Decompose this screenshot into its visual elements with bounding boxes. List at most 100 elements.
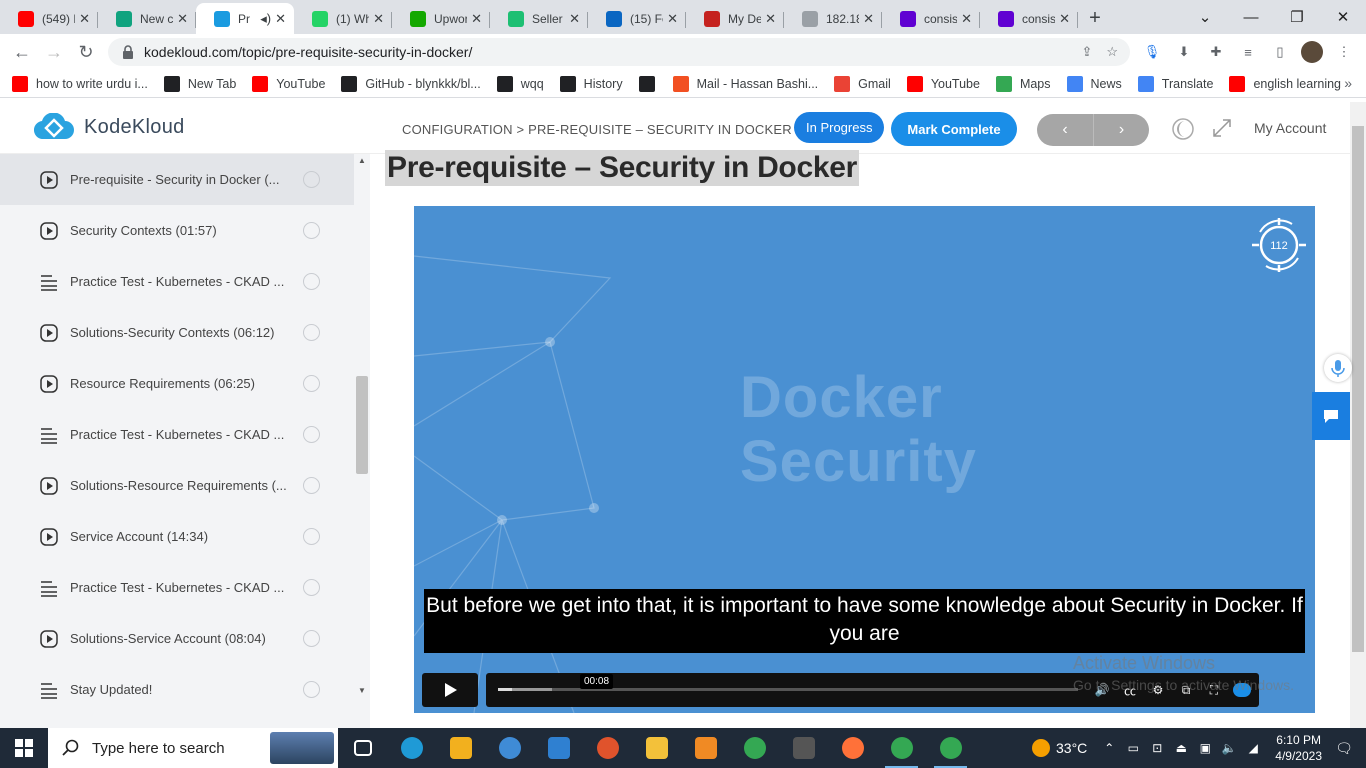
bookmark-5[interactable]: History [559,75,623,92]
download-extension-icon[interactable]: ⬇ [1172,40,1196,64]
sidepanel-icon[interactable]: ▯ [1268,40,1292,64]
store-icon[interactable] [436,728,485,768]
back-icon[interactable]: ← [6,36,38,68]
address-bar[interactable]: kodekloud.com/topic/pre-requisite-securi… [108,38,1130,66]
task-view-icon[interactable] [338,728,387,768]
completion-circle[interactable] [303,171,320,188]
menu-icon[interactable]: ⋮ [1332,40,1356,64]
notification-icon[interactable]: 🗨 [1332,740,1356,757]
completion-circle[interactable] [303,375,320,392]
completion-circle[interactable] [303,579,320,596]
bookmark-6[interactable] [638,75,663,92]
page-scroll-thumb[interactable] [1352,126,1364,652]
tab-close-icon[interactable]: ✕ [863,11,874,27]
bookmark-7[interactable]: Mail - Hassan Bashi... [672,75,818,92]
camera-icon[interactable] [779,728,828,768]
sidebar-item[interactable]: Pre-requisite - Security in Docker (... [0,154,354,205]
start-button[interactable] [0,728,48,768]
chat-button[interactable] [1312,392,1350,440]
sidebar-item[interactable]: Stay Updated! [0,664,354,715]
usb-icon[interactable]: ⏏ [1169,741,1193,755]
sidebar-item[interactable]: Practice Test - Kubernetes - CKAD ... [0,562,354,613]
logo[interactable]: KodeKloud [34,113,185,141]
voice-widget[interactable] [1324,354,1352,382]
bookmark-13[interactable]: english learning [1229,75,1341,92]
firefox-icon[interactable] [828,728,877,768]
play-button[interactable] [422,673,478,707]
tab-2[interactable]: Pr ◂) ✕ [196,3,294,34]
completion-circle[interactable] [303,324,320,341]
chrome-icon[interactable] [877,728,926,768]
next-lesson-button[interactable]: › [1093,114,1149,146]
sidebar-item[interactable]: Service Account (14:34) [0,511,354,562]
completion-circle[interactable] [303,273,320,290]
tab-close-icon[interactable]: ✕ [569,11,580,27]
weather-icon[interactable] [1032,739,1050,757]
tab-9[interactable]: consis ✕ [882,3,980,34]
chrome-profile-icon[interactable] [926,728,975,768]
completion-circle[interactable] [303,222,320,239]
scroll-up-icon[interactable]: ▲ [358,156,366,165]
tab-1[interactable]: New ch✕ [98,3,196,34]
completion-circle[interactable] [303,630,320,647]
fullscreen-icon[interactable] [1212,118,1232,138]
device-icon[interactable]: ⊡ [1145,741,1169,755]
minimize-icon[interactable]: — [1228,9,1274,26]
sidebar-scroll-thumb[interactable] [356,376,368,474]
temperature[interactable]: 33°C [1056,740,1087,756]
completion-circle[interactable] [303,426,320,443]
reload-icon[interactable]: ↻ [70,36,102,68]
tab-close-icon[interactable]: ✕ [765,11,776,27]
bookmark-12[interactable]: Translate [1137,75,1213,92]
bookmark-9[interactable]: YouTube [906,75,980,92]
sidebar-item[interactable]: Practice Test - Kubernetes - CKAD ... [0,256,354,307]
tray-chevron-icon[interactable]: ⌃ [1097,741,1121,755]
bookmark-11[interactable]: News [1066,75,1122,92]
bookmark-10[interactable]: Maps [995,75,1051,92]
file-explorer-icon[interactable] [632,728,681,768]
wifi-icon[interactable]: ◢ [1241,741,1265,755]
seek-bar[interactable]: 00:08 [498,674,1078,691]
completion-circle[interactable] [303,477,320,494]
tab-close-icon[interactable]: ✕ [373,11,384,27]
tab-4[interactable]: Upwor ✕ [392,3,490,34]
chrome-icon[interactable] [730,728,779,768]
sidebar-item[interactable]: Solutions-Resource Requirements (... [0,460,354,511]
share-icon[interactable]: ⇪ [1081,44,1092,60]
edge-icon[interactable] [387,728,436,768]
skype-icon[interactable] [485,728,534,768]
completion-circle[interactable] [303,528,320,545]
tab-3[interactable]: (1) Wh ✕ [294,3,392,34]
tab-close-icon[interactable]: ✕ [471,11,482,27]
bookmark-3[interactable]: GitHub - blynkkk/bl... [341,75,481,92]
snail-icon[interactable] [583,728,632,768]
mic-extension-icon[interactable]: 🎙 [1140,40,1164,64]
bookmark-4[interactable]: wqq [496,75,544,92]
audio-icon[interactable]: ◂) [260,11,271,27]
taskbar-search[interactable]: Type here to search [48,728,338,768]
completion-circle[interactable] [303,681,320,698]
breadcrumb[interactable]: CONFIGURATION > PRE-REQUISITE – SECURITY… [402,122,792,137]
bookmark-1[interactable]: New Tab [163,75,236,92]
tab-10[interactable]: consis ✕ [980,3,1078,34]
bookmark-2[interactable]: YouTube [252,75,325,92]
scroll-down-icon[interactable]: ▼ [358,686,366,695]
my-account-link[interactable]: My Account [1254,120,1326,136]
mail-icon[interactable] [534,728,583,768]
puzzle-icon[interactable]: ✚ [1204,40,1228,64]
speaker-icon[interactable]: 🔈 [1217,741,1241,755]
in-progress-badge[interactable]: In Progress [794,112,885,143]
sidebar-item[interactable]: Resource Requirements (06:25) [0,358,354,409]
tab-close-icon[interactable]: ✕ [667,11,678,27]
tab-close-icon[interactable]: ✕ [1059,11,1070,27]
sidebar-item[interactable]: Solutions-Service Account (08:04) [0,613,354,664]
mark-complete-button[interactable]: Mark Complete [891,112,1017,146]
new-tab-button[interactable]: + [1078,3,1112,34]
bookmark-8[interactable]: Gmail [834,75,891,92]
tab-close-icon[interactable]: ✕ [961,11,972,27]
tab-close-icon[interactable]: ✕ [79,11,90,27]
office-icon[interactable] [681,728,730,768]
tab-7[interactable]: My De ✕ [686,3,784,34]
dark-mode-icon[interactable] [1171,117,1195,141]
restore-icon[interactable]: ❐ [1274,8,1320,26]
